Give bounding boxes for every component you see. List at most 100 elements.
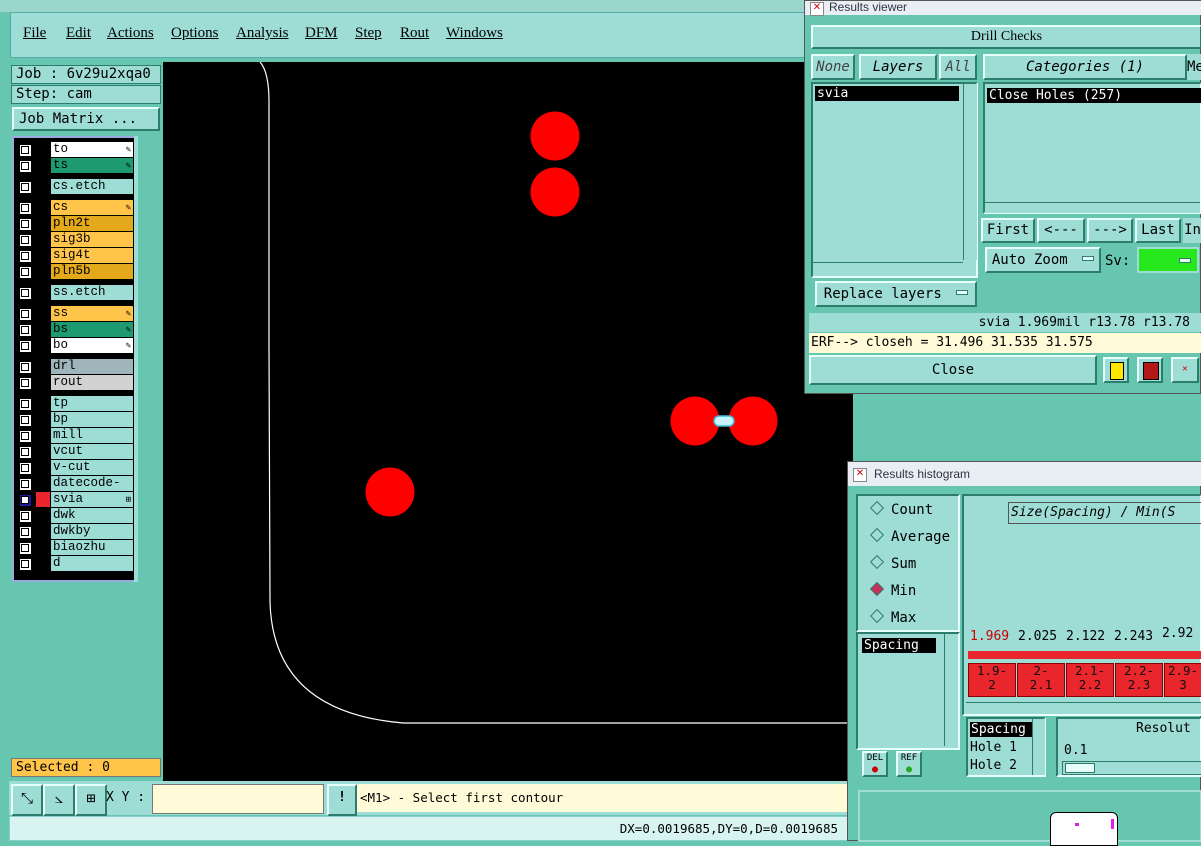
- layer-checkbox[interactable]: [19, 324, 32, 337]
- layer-checkbox[interactable]: [19, 398, 32, 411]
- layer-checkbox[interactable]: [19, 542, 32, 555]
- layer-row[interactable]: dwkby: [16, 524, 134, 539]
- layer-name[interactable]: v-cut: [51, 460, 133, 475]
- layer-checkbox[interactable]: [19, 266, 32, 279]
- layer-name[interactable]: bs ✎: [51, 322, 133, 337]
- menu-dfm[interactable]: DFM: [305, 25, 338, 42]
- layer-row[interactable]: to ✎: [16, 142, 134, 157]
- replace-layers-dropdown[interactable]: Replace layers: [815, 281, 977, 307]
- first-button[interactable]: First: [981, 218, 1035, 243]
- option-count[interactable]: Count: [869, 500, 933, 518]
- menu-windows[interactable]: Windows: [446, 25, 503, 42]
- graphics-canvas[interactable]: [163, 61, 853, 783]
- layer-row[interactable]: cs ✎: [16, 200, 134, 215]
- layer-name[interactable]: ss.etch: [51, 285, 133, 300]
- layer-row[interactable]: svia ⊞: [16, 492, 134, 507]
- layer-list-item-svia[interactable]: svia: [815, 86, 959, 101]
- field-spacing[interactable]: Spacing: [970, 722, 1033, 737]
- histogram-bin[interactable]: 2- 2.1: [1017, 663, 1065, 697]
- prev-button[interactable]: <---: [1037, 218, 1085, 243]
- job-matrix-button[interactable]: Job Matrix ...: [12, 107, 160, 131]
- layer-name[interactable]: ts ✎: [51, 158, 133, 173]
- layer-name[interactable]: to ✎: [51, 142, 133, 157]
- layer-checkbox[interactable]: [19, 361, 32, 374]
- vertical-scrollbar[interactable]: [963, 84, 977, 260]
- drill-hole[interactable]: [728, 396, 778, 446]
- menu-actions[interactable]: Actions: [107, 25, 154, 42]
- layer-name[interactable]: ss ✎: [51, 306, 133, 321]
- close-hole-marker[interactable]: [713, 415, 735, 427]
- histogram-bin[interactable]: 2.2- 2.3: [1115, 663, 1163, 697]
- layers-button[interactable]: Layers: [859, 54, 937, 80]
- layer-row[interactable]: dwk: [16, 508, 134, 523]
- layer-row[interactable]: tp: [16, 396, 134, 411]
- layer-checkbox[interactable]: [19, 414, 32, 427]
- layer-row[interactable]: vcut: [16, 444, 134, 459]
- erf-icon[interactable]: ✕: [1171, 357, 1199, 383]
- layer-name[interactable]: dwk: [51, 508, 133, 523]
- ref-button[interactable]: REF ●: [896, 751, 922, 777]
- layer-checkbox[interactable]: [19, 218, 32, 231]
- layer-name[interactable]: vcut: [51, 444, 133, 459]
- layer-name[interactable]: datecode-pte: [51, 476, 133, 504]
- more-button[interactable]: Me: [1187, 54, 1201, 80]
- layer-checkbox[interactable]: [19, 340, 32, 353]
- horizontal-scrollbar[interactable]: [985, 202, 1200, 213]
- window-close-icon[interactable]: ✕: [810, 2, 824, 16]
- layer-name[interactable]: d: [51, 556, 133, 571]
- layer-row[interactable]: ss.etch: [16, 285, 134, 300]
- histogram-titlebar[interactable]: ✕ Results histogram: [848, 462, 1201, 486]
- close-button[interactable]: Close: [809, 355, 1097, 385]
- vertical-scrollbar[interactable]: [1032, 719, 1045, 775]
- layer-name[interactable]: bp: [51, 412, 133, 427]
- xy-input[interactable]: [152, 784, 324, 814]
- layer-row[interactable]: drl: [16, 359, 134, 374]
- next-button[interactable]: --->: [1087, 218, 1133, 243]
- auto-zoom-dropdown[interactable]: Auto Zoom: [985, 247, 1101, 273]
- layer-name[interactable]: dwkby: [51, 524, 133, 539]
- layer-name[interactable]: cs ✎: [51, 200, 133, 215]
- drill-hole[interactable]: [530, 167, 580, 217]
- layer-checkbox[interactable]: [19, 510, 32, 523]
- drill-hole[interactable]: [365, 467, 415, 517]
- layer-name[interactable]: sig4t: [51, 248, 133, 263]
- layer-name[interactable]: drl: [51, 359, 133, 374]
- layer-name[interactable]: pln5b: [51, 264, 133, 279]
- layer-row[interactable]: sig3b: [16, 232, 134, 247]
- categories-button[interactable]: Categories (1): [983, 54, 1187, 80]
- none-button[interactable]: None: [811, 54, 855, 80]
- results-viewer-titlebar[interactable]: ✕ Results viewer: [805, 1, 1201, 16]
- category-list-item[interactable]: Close Holes (257): [987, 88, 1201, 103]
- menu-edit[interactable]: Edit: [66, 25, 91, 42]
- tool-icon-1[interactable]: [1103, 357, 1129, 383]
- layer-name[interactable]: pln2t: [51, 216, 133, 231]
- layer-row[interactable]: d: [16, 556, 134, 571]
- option-sum[interactable]: Sum: [869, 554, 916, 572]
- exclamation-icon[interactable]: !: [327, 784, 357, 816]
- layer-row[interactable]: biaozhu: [16, 540, 134, 555]
- all-button[interactable]: All: [939, 54, 977, 80]
- layer-row[interactable]: mill: [16, 428, 134, 443]
- layer-checkbox[interactable]: [19, 430, 32, 443]
- measure-icon[interactable]: ⦣: [43, 784, 75, 816]
- layer-checkbox[interactable]: [19, 494, 32, 507]
- slider-thumb[interactable]: [1065, 763, 1095, 773]
- layer-checkbox[interactable]: [19, 558, 32, 571]
- layer-checkbox[interactable]: [19, 446, 32, 459]
- zoom-window-icon[interactable]: ⤡: [11, 784, 43, 816]
- drill-hole[interactable]: [670, 396, 720, 446]
- horizontal-scrollbar[interactable]: [966, 702, 1201, 714]
- option-average[interactable]: Average: [869, 527, 950, 545]
- layer-name[interactable]: mill: [51, 428, 133, 443]
- menu-step[interactable]: Step: [355, 25, 382, 42]
- layer-checkbox[interactable]: [19, 478, 32, 491]
- layer-row[interactable]: pln2t: [16, 216, 134, 231]
- tool-icon-2[interactable]: [1137, 357, 1163, 383]
- layer-name[interactable]: biaozhu: [51, 540, 133, 555]
- layer-checkbox[interactable]: [19, 202, 32, 215]
- histogram-bin[interactable]: 2.9- 3: [1164, 663, 1201, 697]
- layer-checkbox[interactable]: [19, 144, 32, 157]
- layer-row[interactable]: pln5b: [16, 264, 134, 279]
- layer-checkbox[interactable]: [19, 160, 32, 173]
- horizontal-scrollbar[interactable]: [813, 262, 963, 275]
